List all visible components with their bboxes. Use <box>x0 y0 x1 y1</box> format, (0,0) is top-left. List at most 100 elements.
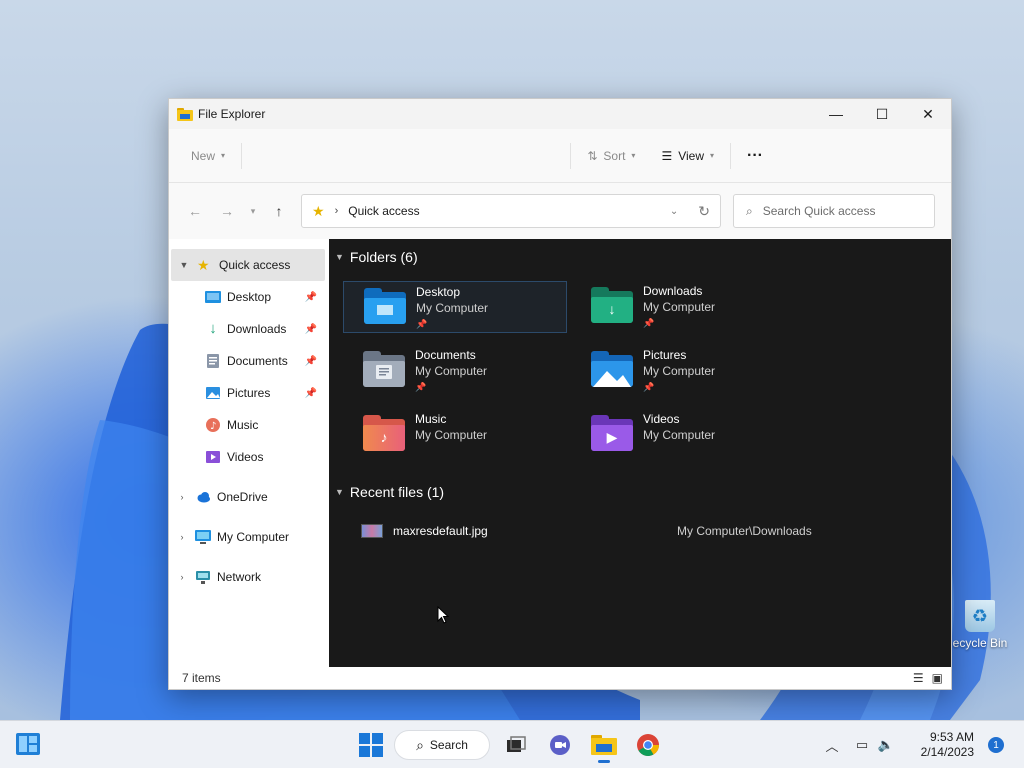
pin-icon: 📌 <box>643 318 655 328</box>
windows-logo-icon <box>359 733 383 757</box>
star-icon: ★ <box>312 202 325 219</box>
sidebar-item-my-computer[interactable]: › My Computer <box>169 521 329 553</box>
folder-tile-downloads[interactable]: ↓ Downloads My Computer 📌 <box>571 281 795 333</box>
folder-tile-pictures[interactable]: Pictures My Computer 📌 <box>571 345 795 397</box>
chevron-down-icon[interactable]: ▼ <box>335 252 344 262</box>
address-bar[interactable]: ★ › Quick access ⌄ ↻ <box>301 194 721 228</box>
file-explorer-taskbar-icon[interactable] <box>586 727 622 763</box>
new-button-label: New <box>191 148 216 163</box>
chrome-icon[interactable] <box>630 727 666 763</box>
content-pane: ▼ Folders (6) Desktop My Computer 📌 ↓ Do… <box>329 239 951 667</box>
maximize-button[interactable]: ☐ <box>859 99 905 129</box>
clock[interactable]: 9:53 AM 2/14/2023 <box>904 730 974 760</box>
notification-badge[interactable]: 1 <box>988 737 1004 753</box>
sidebar-item-downloads[interactable]: ↓ Downloads 📌 <box>169 313 329 345</box>
refresh-icon[interactable]: ↻ <box>698 203 710 220</box>
chevron-down-icon[interactable]: ⌄ <box>670 206 678 217</box>
folder-tile-desktop[interactable]: Desktop My Computer 📌 <box>343 281 567 333</box>
tiles-view-icon[interactable]: ▣ <box>932 671 943 685</box>
pictures-folder-icon <box>591 351 639 391</box>
pin-icon: 📌 <box>304 355 317 367</box>
taskbar-search-button[interactable]: ⌕ Search <box>394 730 490 760</box>
recent-file-row[interactable]: maxresdefault.jpg My Computer\Downloads <box>361 521 921 541</box>
search-input[interactable]: ⌕ Search Quick access <box>733 194 935 228</box>
chevron-right-icon[interactable]: › <box>175 492 189 502</box>
folder-tile-documents[interactable]: Documents My Computer 📌 <box>343 345 567 397</box>
folder-location: My Computer <box>416 301 489 315</box>
folder-tile-music[interactable]: ♪ Music My Computer <box>343 409 567 461</box>
folders-header-label: Folders (6) <box>349 249 418 265</box>
desktop-folder-icon <box>364 288 412 328</box>
clock-time: 9:53 AM <box>929 730 974 744</box>
svg-text:♪: ♪ <box>210 421 216 432</box>
minimize-button[interactable]: — <box>813 99 859 129</box>
image-thumbnail-icon <box>361 524 383 538</box>
up-arrow-icon[interactable]: ↑ <box>263 195 295 227</box>
folder-tile-videos[interactable]: ▶ Videos My Computer <box>571 409 795 461</box>
system-tray: ︿ ▭ 🔈 9:53 AM 2/14/2023 1 <box>820 721 1024 768</box>
see-more-button[interactable]: ··· <box>739 141 771 171</box>
folder-location: My Computer <box>643 300 716 314</box>
view-button[interactable]: ☰ View ▾ <box>653 143 722 169</box>
file-explorer-icon <box>177 107 193 121</box>
sidebar-item-quick-access[interactable]: ▼ ★ Quick access <box>171 249 325 281</box>
back-arrow-icon[interactable]: ← <box>179 195 211 227</box>
sidebar-item-network[interactable]: › Network <box>169 561 329 593</box>
widgets-icon[interactable] <box>16 733 40 755</box>
recycle-bin-icon: ♻ <box>965 600 995 632</box>
folder-name: Music <box>415 412 447 426</box>
chat-icon[interactable] <box>542 727 578 763</box>
new-button[interactable]: New ▾ <box>183 143 233 169</box>
chevron-right-icon[interactable]: › <box>335 205 339 217</box>
recent-file-path: My Computer\Downloads <box>677 524 812 538</box>
recent-locations-chevron-icon[interactable]: ▾ <box>243 195 263 227</box>
onedrive-cloud-icon <box>195 489 211 505</box>
sort-button[interactable]: ⇅ Sort ▾ <box>579 143 643 169</box>
title-bar[interactable]: File Explorer — ☐ ✕ <box>169 99 951 129</box>
item-count: 7 items <box>182 671 221 685</box>
sidebar-item-label: Downloads <box>227 322 287 336</box>
documents-icon <box>205 353 221 369</box>
forward-arrow-icon[interactable]: → <box>211 195 243 227</box>
sidebar-item-videos[interactable]: Videos <box>169 441 329 473</box>
sidebar-item-music[interactable]: ♪ Music <box>169 409 329 441</box>
pin-icon: 📌 <box>304 323 317 335</box>
folders-section-header[interactable]: ▼ Folders (6) <box>335 249 418 265</box>
sidebar-item-pictures[interactable]: Pictures 📌 <box>169 377 329 409</box>
recent-files-section-header[interactable]: ▼ Recent files (1) <box>335 484 444 500</box>
sidebar-item-label: OneDrive <box>217 490 268 504</box>
computer-icon <box>195 529 211 545</box>
chevron-up-icon[interactable]: ︿ <box>820 736 844 755</box>
sidebar-item-label: Documents <box>227 354 288 368</box>
details-view-icon[interactable]: ☰ <box>913 671 924 685</box>
sidebar-item-label: Quick access <box>219 258 291 272</box>
close-button[interactable]: ✕ <box>905 99 951 129</box>
sidebar-item-desktop[interactable]: Desktop 📌 <box>169 281 329 313</box>
pictures-icon <box>205 385 221 401</box>
recycle-bin-shortcut[interactable]: ♻ ecycle Bin <box>950 600 1010 650</box>
chevron-down-icon: ▾ <box>631 151 636 160</box>
chevron-right-icon[interactable]: › <box>175 572 189 582</box>
start-button[interactable] <box>356 730 386 760</box>
breadcrumb[interactable]: Quick access <box>348 204 419 218</box>
file-explorer-window: File Explorer — ☐ ✕ New ▾ ⇅ Sort ▾ ☰ Vie… <box>168 98 952 690</box>
folder-name: Desktop <box>416 285 461 299</box>
sidebar-item-documents[interactable]: Documents 📌 <box>169 345 329 377</box>
chevron-down-icon[interactable]: ▼ <box>335 487 344 497</box>
network-status-icon[interactable]: ▭ <box>850 737 874 753</box>
chevron-right-icon[interactable]: › <box>175 532 189 542</box>
search-icon: ⌕ <box>416 736 424 753</box>
pin-icon: 📌 <box>304 291 317 303</box>
sidebar-item-label: Desktop <box>227 290 272 304</box>
chevron-down-icon: ▾ <box>221 151 226 160</box>
sidebar-item-onedrive[interactable]: › OneDrive <box>169 481 329 513</box>
chevron-down-icon: ▾ <box>710 151 715 160</box>
toolbar-divider <box>241 142 243 169</box>
toolbar-divider <box>570 142 572 169</box>
task-view-icon[interactable] <box>498 727 534 763</box>
downloads-icon: ↓ <box>209 320 217 337</box>
volume-icon[interactable]: 🔈 <box>874 737 898 753</box>
chevron-down-icon[interactable]: ▼ <box>177 260 191 270</box>
view-icon: ☰ <box>661 148 673 163</box>
search-icon: ⌕ <box>746 203 753 218</box>
